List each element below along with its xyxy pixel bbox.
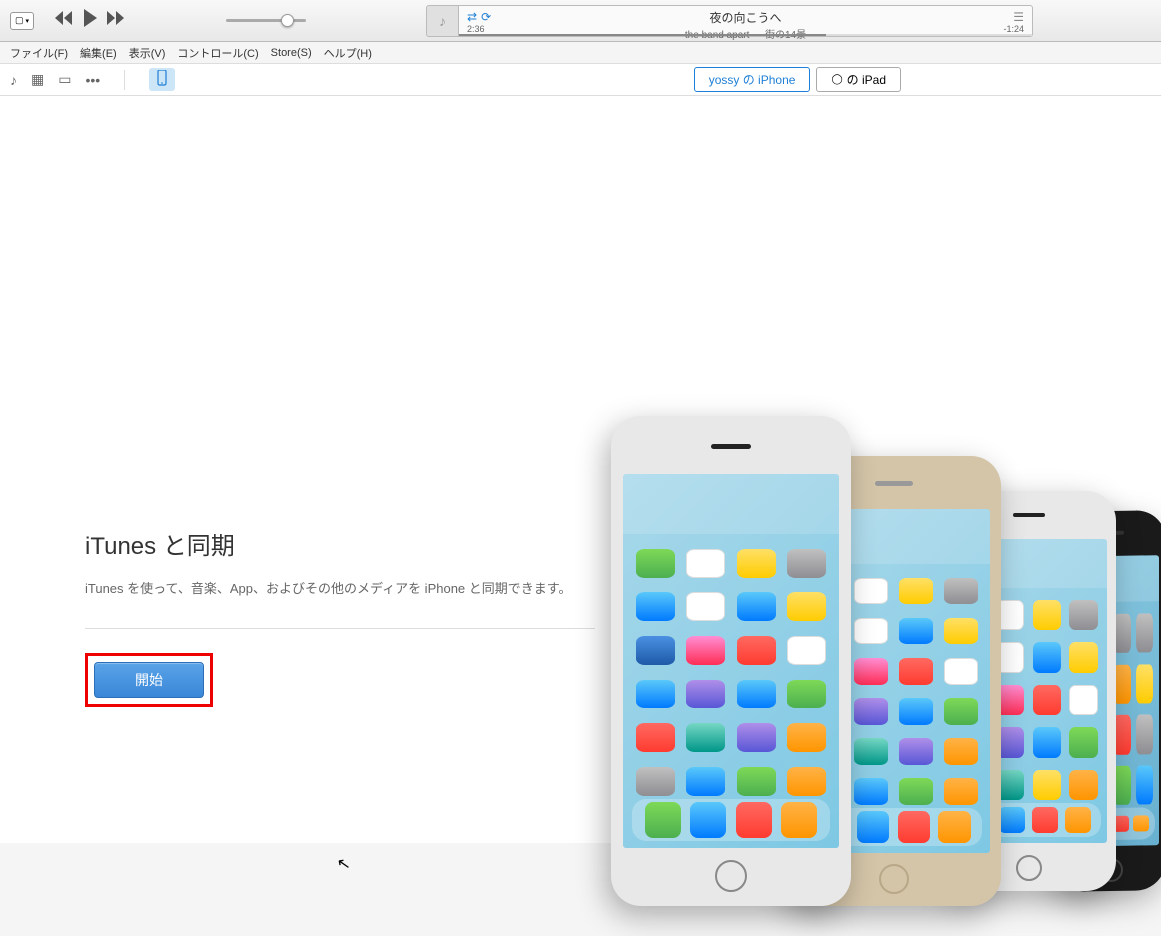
player-bar: ▢ ♪ ⇄ ⟳ ☰ 夜の向こうへ the band apart — 街の14景 … [0,0,1161,42]
track-title: 夜の向こうへ [469,9,1022,26]
sync-panel: iTunes と同期 iTunes を使って、音楽、App、およびその他のメディ… [85,526,595,707]
device-pill-ipad[interactable]: ◯ の iPad [816,67,901,92]
ipad-icon: ◯ [831,74,842,85]
device-ipad-label: の iPad [847,71,886,88]
menu-store[interactable]: Store(S) [271,47,312,59]
start-button-highlight: 開始 [85,653,213,707]
now-playing-display[interactable]: ⇄ ⟳ ☰ 夜の向こうへ the band apart — 街の14景 2:36… [458,5,1033,37]
menu-control[interactable]: コントロール(C) [177,45,258,61]
next-icon[interactable] [106,11,126,30]
menu-view[interactable]: 表示(V) [129,45,166,61]
divider [85,628,595,629]
cursor-icon: ↖ [335,853,352,875]
music-tab-icon[interactable]: ♪ [10,72,17,88]
play-icon[interactable] [82,9,98,32]
transport-controls [54,9,126,32]
time-remaining: -1:24 [1003,24,1024,34]
menu-bar: ファイル(F) 編集(E) 表示(V) コントロール(C) Store(S) ヘ… [0,42,1161,64]
menu-edit[interactable]: 編集(E) [80,45,117,61]
sync-description: iTunes を使って、音楽、App、およびその他のメディアを iPhone と… [85,579,595,600]
window-control-button[interactable]: ▢ [10,12,34,30]
more-tab-icon[interactable]: ••• [85,72,100,88]
device-tab-icon[interactable] [149,68,175,91]
previous-icon[interactable] [54,11,74,30]
volume-knob[interactable] [281,14,294,27]
menu-file[interactable]: ファイル(F) [10,45,68,61]
content-area: iTunes と同期 iTunes を使って、音楽、App、およびその他のメディ… [0,96,1161,843]
repeat-icon[interactable]: ⟳ [481,10,491,24]
library-tab-bar: ♪ ▦ ▭ ••• yossy の iPhone ◯ の iPad [0,64,1161,96]
movies-tab-icon[interactable]: ▦ [31,71,44,88]
device-pill-iphone[interactable]: yossy の iPhone [694,67,811,92]
time-elapsed: 2:36 [467,24,485,34]
device-iphone-label: yossy の iPhone [709,71,796,88]
tab-divider [124,70,125,90]
tv-tab-icon[interactable]: ▭ [58,71,71,88]
progress-bar[interactable] [459,34,1032,36]
sync-title: iTunes と同期 [85,526,595,561]
shuffle-icon[interactable]: ⇄ [467,10,477,24]
menu-help[interactable]: ヘルプ(H) [324,45,372,61]
start-button[interactable]: 開始 [94,662,204,698]
volume-slider[interactable] [226,19,306,22]
iphone-promo-image [611,396,1161,936]
queue-list-icon[interactable]: ☰ [1013,10,1024,24]
album-art-icon[interactable]: ♪ [426,5,458,37]
